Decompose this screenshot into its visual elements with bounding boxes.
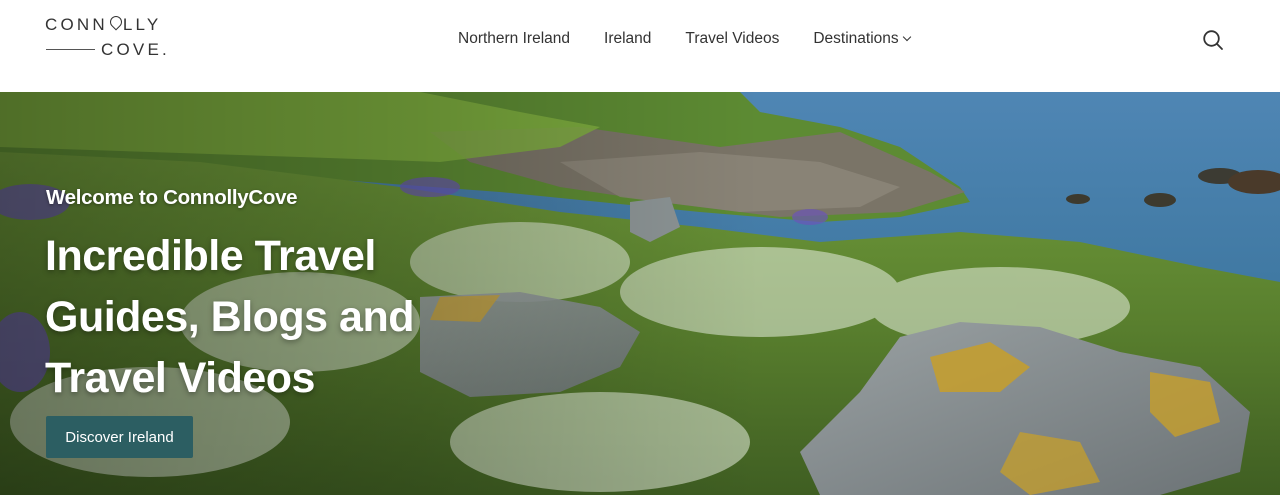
site-logo[interactable]: CONN LLY COVE. xyxy=(45,15,175,63)
main-nav: Northern Ireland Ireland Travel Videos D… xyxy=(458,29,911,49)
hero-welcome-text: Welcome to ConnollyCove xyxy=(46,186,298,209)
logo-line-2: COVE. xyxy=(101,40,170,59)
hero-headline-line: Travel Videos xyxy=(45,354,315,402)
nav-item-ireland[interactable]: Ireland xyxy=(604,29,651,49)
logo-rule xyxy=(46,49,95,50)
location-pin-icon xyxy=(109,16,121,32)
search-button[interactable] xyxy=(1201,28,1225,52)
nav-item-destinations[interactable]: Destinations xyxy=(813,29,911,49)
chevron-down-icon xyxy=(902,32,911,42)
hero-headline-line: Incredible Travel xyxy=(45,232,376,280)
logo-line-1: CONN LLY xyxy=(45,15,162,34)
nav-item-northern-ireland[interactable]: Northern Ireland xyxy=(458,29,570,49)
discover-ireland-button[interactable]: Discover Ireland xyxy=(46,416,193,458)
nav-item-travel-videos[interactable]: Travel Videos xyxy=(685,29,779,49)
site-header: CONN LLY COVE. Northern Ireland Ireland T… xyxy=(0,0,1280,92)
hero-headline: Incredible Travel Guides, Blogs and Trav… xyxy=(45,226,505,409)
hero-headline-line: Guides, Blogs and xyxy=(45,293,415,341)
search-icon xyxy=(1203,30,1223,50)
hero-banner: Welcome to ConnollyCove Incredible Trave… xyxy=(0,92,1280,495)
